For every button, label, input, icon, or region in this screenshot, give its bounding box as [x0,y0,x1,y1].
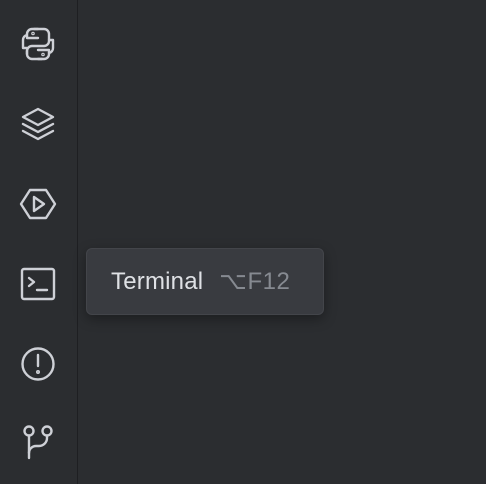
ide-window: Terminal ⌥F12 [0,0,486,484]
terminal-tooltip: Terminal ⌥F12 [86,248,324,315]
services-button[interactable] [18,104,58,144]
terminal-icon [20,267,56,301]
tooltip-label: Terminal [111,267,204,295]
terminal-button[interactable] [18,264,58,304]
python-icon [21,27,55,61]
tool-window-bar [0,0,78,484]
git-button[interactable] [18,422,58,462]
layers-icon [21,107,55,141]
exclamation-circle-icon [21,347,55,381]
tooltip-shortcut: ⌥F12 [219,268,291,295]
git-branch-icon [23,425,53,460]
problems-button[interactable] [18,344,58,384]
run-hexagon-icon [19,188,57,220]
run-button[interactable] [18,184,58,224]
editor-area [79,0,486,484]
python-console-button[interactable] [18,24,58,64]
